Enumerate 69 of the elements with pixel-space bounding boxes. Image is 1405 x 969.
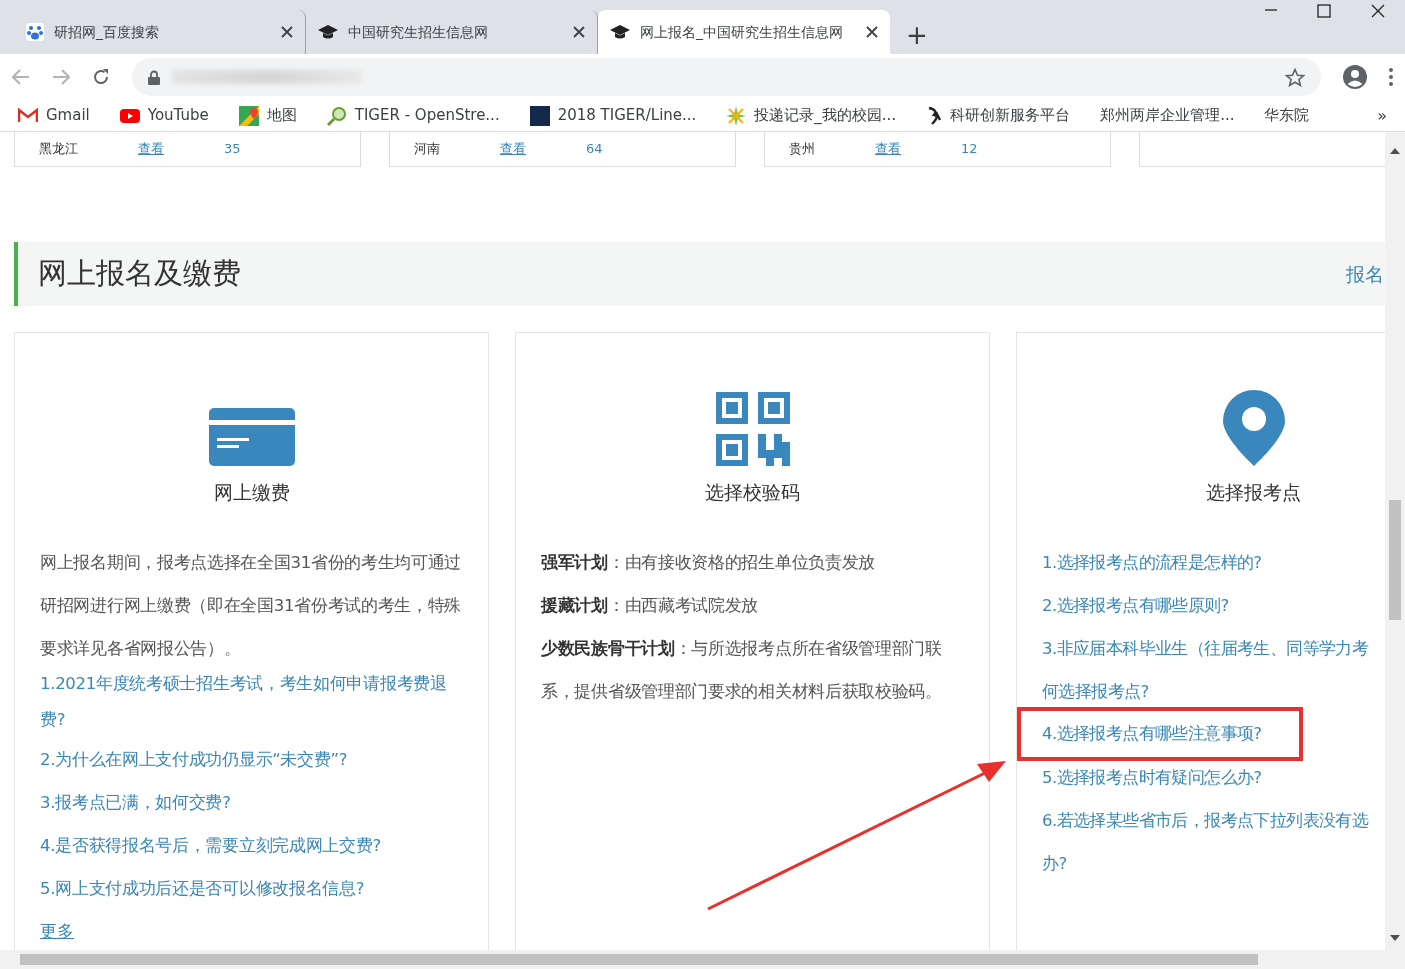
bookmark[interactable]: 科研创新服务平台 — [926, 104, 1071, 127]
faq-link[interactable]: 5.网上支付成功后还是否可以修改报名信息? — [40, 866, 470, 910]
bookmark[interactable]: YouTube — [119, 104, 209, 127]
reload-icon[interactable] — [92, 68, 110, 86]
close-icon[interactable] — [866, 26, 878, 38]
paragraph: 强军计划：由有接收资格的招生单位负责发放 — [541, 551, 876, 574]
bookmark[interactable]: Gmail — [18, 104, 90, 127]
envelope-m-icon — [18, 108, 38, 123]
more-bookmarks-button[interactable]: » — [1377, 103, 1387, 128]
bookmark[interactable]: 地图 — [238, 104, 297, 127]
register-link[interactable]: 报名 — [1346, 259, 1384, 289]
faq-link[interactable]: 2.选择报考点有哪些原则? — [1042, 583, 1229, 627]
graduation-cap-icon — [610, 25, 630, 39]
card-title: 网上缴费 — [212, 480, 291, 505]
qr-code-icon — [715, 392, 790, 466]
province-name: 黑龙江 — [39, 140, 78, 159]
faq-link[interactable]: 1.选择报考点的流程是怎样的? — [1042, 540, 1262, 584]
card-title: 选择报考点 — [1205, 480, 1302, 505]
magnifier-icon — [326, 105, 347, 126]
menu-icon[interactable] — [1389, 68, 1393, 86]
section-title: 网上报名及缴费 — [38, 255, 241, 293]
view-link[interactable]: 查看 — [500, 139, 526, 159]
view-link[interactable]: 查看 — [875, 139, 901, 159]
close-icon[interactable] — [281, 26, 293, 38]
bookmark[interactable]: TIGER - OpenStre... — [326, 104, 500, 127]
paragraph: 少数民族骨干计划：与所选报考点所在省级管理部门联系，提供省级管理部门要求的相关材料后获取校验码。 — [541, 637, 943, 703]
profile-icon[interactable] — [1343, 65, 1367, 89]
lock-icon — [148, 69, 160, 85]
browser-tab[interactable]: 研招网_百度搜索 — [14, 10, 306, 54]
view-link[interactable]: 查看 — [138, 139, 164, 159]
close-icon[interactable] — [573, 26, 585, 38]
burst-icon — [726, 105, 747, 126]
scrollbar-thumb[interactable] — [1389, 500, 1401, 620]
horizontal-scrollbar[interactable] — [0, 950, 1385, 969]
maximize-icon[interactable] — [1317, 4, 1331, 18]
faq-link[interactable]: 4.是否获得报名号后，需要立刻完成网上交费? — [40, 823, 470, 867]
province-name: 贵州 — [789, 140, 815, 159]
map-icon — [238, 105, 259, 126]
paragraph: 网上报名期间，报考点选择在全国31省份的考生均可通过研招网进行网上缴费（即在全国31省份考试的考生，特殊要求详见各省网报公告）。 — [40, 551, 463, 660]
browser-tab[interactable]: 网上报名_中国研究生招生信息网 — [598, 10, 890, 54]
play-icon — [119, 108, 140, 123]
bookmark[interactable]: 华东院 — [1264, 104, 1310, 127]
faq-link[interactable]: 1.2021年度统考硕士招生考试，考生如何申请报考费退费? — [40, 665, 470, 738]
count-text: 12 — [961, 140, 978, 159]
count-text: 64 — [586, 140, 603, 159]
scroll-up-icon[interactable] — [1390, 148, 1400, 154]
count-text: 35 — [224, 140, 241, 159]
bank-card-icon — [208, 408, 295, 466]
map-pin-icon — [1222, 390, 1285, 466]
card-title: 选择校验码 — [704, 480, 801, 505]
graduation-cap-icon — [318, 25, 338, 39]
bookmark[interactable]: 郑州两岸企业管理... — [1100, 104, 1235, 127]
brush-glyph-icon — [926, 105, 943, 126]
paw-icon — [26, 23, 44, 41]
bookmark[interactable]: 2018 TIGER/Line... — [529, 104, 697, 127]
province-name: 河南 — [414, 140, 440, 159]
vertical-scrollbar[interactable] — [1385, 132, 1405, 969]
bookmark[interactable]: 投递记录_我的校园... — [726, 104, 897, 127]
scrollbar-thumb[interactable] — [20, 954, 1258, 965]
faq-link[interactable]: 6.若选择某些省市后，报考点下拉列表没有选 办? — [1042, 798, 1369, 885]
faq-link[interactable]: 2.为什么在网上支付成功仍显示“未交费”? — [40, 737, 470, 781]
scroll-down-icon[interactable] — [1390, 935, 1400, 941]
bookmark-star-icon[interactable] — [1285, 67, 1305, 87]
faq-link[interactable]: 3.报考点已满，如何交费? — [40, 780, 470, 824]
close-icon[interactable] — [1371, 4, 1385, 18]
new-tab-button[interactable]: + — [906, 22, 928, 48]
more-link[interactable]: 更多 — [40, 921, 74, 941]
paragraph: 援藏计划：由西藏考试院发放 — [541, 594, 760, 617]
cb-logo-icon — [529, 105, 550, 126]
